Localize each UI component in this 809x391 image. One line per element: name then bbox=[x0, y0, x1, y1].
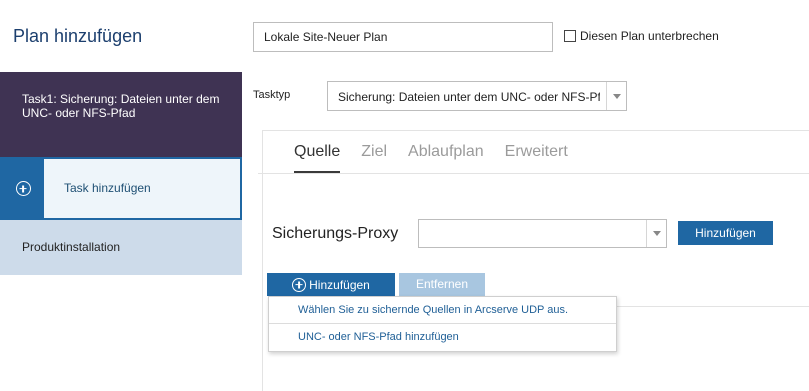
add-task-icon-box bbox=[2, 159, 44, 218]
task-type-dropdown-toggle[interactable] bbox=[606, 82, 626, 110]
backup-proxy-select[interactable] bbox=[418, 219, 667, 248]
plus-circle-icon bbox=[292, 277, 307, 292]
section-divider bbox=[262, 130, 809, 131]
add-task-button[interactable]: Task hinzufügen bbox=[0, 157, 242, 220]
tab-quelle[interactable]: Quelle bbox=[294, 143, 341, 173]
tab-erweitert[interactable]: Erweitert bbox=[505, 143, 568, 173]
add-source-button[interactable]: Hinzufügen bbox=[267, 273, 395, 296]
chevron-down-icon bbox=[612, 93, 621, 99]
page-title: Plan hinzufügen bbox=[13, 26, 143, 46]
pause-plan-checkbox[interactable] bbox=[564, 30, 576, 42]
add-source-menu: Wählen Sie zu sichernde Quellen in Arcse… bbox=[268, 296, 617, 352]
plan-name-input[interactable] bbox=[253, 22, 553, 52]
plus-circle-icon bbox=[15, 181, 31, 196]
chevron-down-icon bbox=[652, 231, 661, 236]
tab-bar-underline bbox=[258, 173, 809, 174]
sidebar-item-task1[interactable]: Task1: Sicherung: Dateien unter dem UNC-… bbox=[0, 72, 242, 157]
sidebar-item-product-install[interactable]: Produktinstallation bbox=[0, 220, 242, 275]
pause-plan-label: Diesen Plan unterbrechen bbox=[580, 29, 719, 43]
add-source-label: Hinzufügen bbox=[309, 277, 370, 292]
content-divider-vertical bbox=[262, 130, 263, 391]
menu-item-add-unc-nfs-path[interactable]: UNC- oder NFS-Pfad hinzufügen bbox=[269, 324, 616, 351]
tab-ziel[interactable]: Ziel bbox=[361, 143, 387, 173]
task-type-value: Sicherung: Dateien unter dem UNC- oder N… bbox=[338, 90, 600, 104]
pause-plan-option[interactable]: Diesen Plan unterbrechen bbox=[564, 29, 719, 43]
backup-proxy-dropdown-toggle[interactable] bbox=[646, 220, 666, 247]
sidebar-item-product-install-label: Produktinstallation bbox=[22, 240, 121, 254]
sidebar-item-task1-label: Task1: Sicherung: Dateien unter dem UNC-… bbox=[22, 92, 220, 120]
add-task-label: Task hinzufügen bbox=[64, 181, 151, 195]
add-proxy-button[interactable]: Hinzufügen bbox=[678, 221, 773, 245]
tab-bar: Quelle Ziel Ablaufplan Erweitert bbox=[294, 143, 589, 173]
menu-item-select-udp-sources[interactable]: Wählen Sie zu sichernde Quellen in Arcse… bbox=[269, 297, 616, 324]
tab-ablaufplan[interactable]: Ablaufplan bbox=[408, 143, 484, 173]
task-type-label: Tasktyp bbox=[253, 89, 291, 101]
task-type-select[interactable]: Sicherung: Dateien unter dem UNC- oder N… bbox=[327, 81, 627, 111]
backup-proxy-label: Sicherungs-Proxy bbox=[272, 225, 399, 242]
remove-source-button[interactable]: Entfernen bbox=[399, 273, 485, 296]
